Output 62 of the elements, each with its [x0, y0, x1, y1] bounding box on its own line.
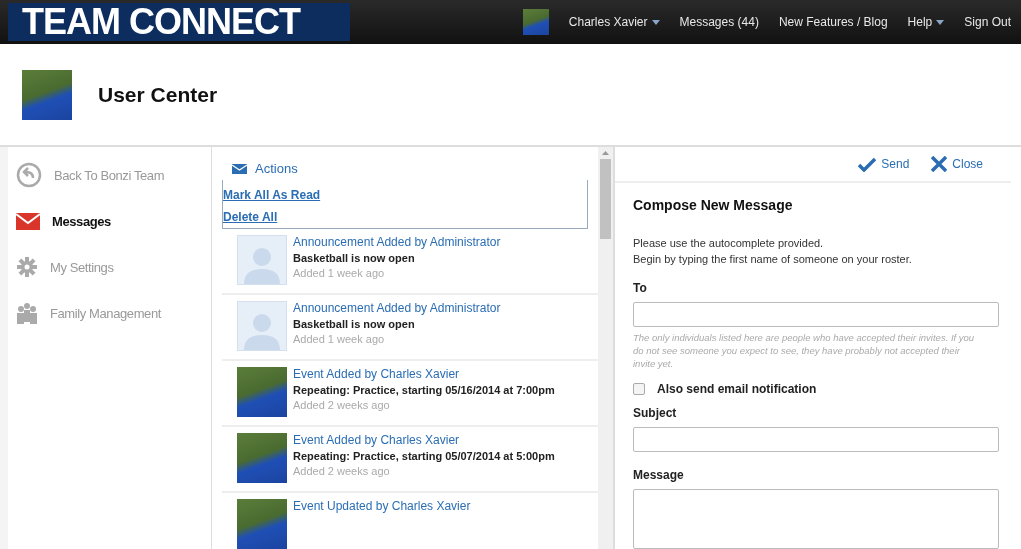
actions-title: Actions [255, 161, 298, 176]
caret-icon [651, 19, 660, 25]
message-item[interactable]: Event Added by Charles Xavier Repeating: Practice, starting 05/16/2014 at 7:00pm Added 2 weeks ago [222, 361, 598, 427]
nav-link[interactable]: Messages (44) [679, 15, 759, 29]
email-notification-checkbox[interactable] [633, 383, 645, 395]
message-body: Repeating: Practice, starting 05/16/2014 at 7:00pm [293, 384, 555, 396]
sidebar-item[interactable]: Messages [8, 207, 211, 235]
message-title: Event Added by Charles Xavier [293, 433, 461, 447]
message-time: Added 2 weeks ago [293, 465, 391, 477]
nav-menu[interactable]: Help [907, 15, 945, 29]
envelope-icon [232, 163, 247, 174]
message-time: Added 1 week ago [293, 267, 386, 279]
envelope-icon [16, 212, 40, 230]
page-title: User Center [98, 82, 218, 107]
action-link[interactable]: Mark All As Read [223, 188, 321, 202]
message-item[interactable]: Event Added by Charles Xavier Repeating: Practice, starting 05/07/2014 at 5:00pm Added 2 weeks ago [222, 427, 598, 493]
message-item[interactable]: Event Updated by Charles Xavier [222, 493, 598, 549]
sidebar-label: Family Management [50, 305, 161, 321]
gear-icon [16, 256, 38, 278]
nav-link[interactable]: Sign Out [964, 15, 1011, 29]
to-hint: The only individuals listed here are people who have accepted their invites. If you do not see someone you expect to see, they have probably not accepted their invite yet. [633, 331, 976, 370]
message-title: Event Added by Charles Xavier [293, 367, 461, 381]
logo[interactable]: TEAM CONNECT [8, 3, 350, 41]
close-button[interactable]: Close [931, 156, 983, 172]
scroll-up-icon[interactable] [602, 151, 609, 155]
message-body: Basketball is now open [293, 252, 416, 264]
message-label: Message [633, 468, 685, 482]
to-field[interactable] [633, 302, 999, 327]
scrollbar[interactable] [598, 147, 613, 549]
compose-title: Compose New Message [633, 197, 794, 213]
message-item[interactable]: Announcement Added by Administrator Basketball is now open Added 1 week ago [222, 295, 598, 361]
message-item[interactable]: Announcement Added by Administrator Basketball is now open Added 1 week ago [222, 229, 598, 295]
sidebar-label: My Settings [50, 259, 114, 275]
avatar-photo-placeholder [237, 433, 287, 483]
people-icon [16, 302, 38, 324]
subject-label: Subject [633, 406, 678, 420]
message-body: Repeating: Practice, starting 05/07/2014 at 5:00pm [293, 450, 555, 462]
close-icon [931, 156, 948, 172]
sidebar-label: Messages [52, 213, 111, 229]
email-notification-label: Also send email notification [657, 382, 817, 396]
avatar-photo-placeholder [237, 499, 287, 549]
send-button[interactable]: Send [858, 156, 910, 172]
message-title: Announcement Added by Administrator [293, 301, 501, 315]
message-time: Added 2 weeks ago [293, 399, 391, 411]
message-field[interactable] [633, 489, 999, 549]
compose-instructions: Please use the autocomplete provided. Begin by typing the first name of someone on your roster. [633, 236, 913, 267]
subject-field[interactable] [633, 427, 999, 452]
nav-link[interactable]: New Features / Blog [778, 15, 888, 29]
avatar-photo-placeholder [237, 367, 287, 417]
to-label: To [633, 281, 648, 295]
sidebar-label: Back To Bonzi Team [54, 167, 165, 183]
message-body: Basketball is now open [293, 318, 416, 330]
profile-photo-placeholder [22, 69, 72, 120]
action-link[interactable]: Delete All [223, 210, 278, 224]
message-time: Added 1 week ago [293, 333, 386, 345]
message-title: Event Updated by Charles Xavier [293, 499, 471, 513]
check-icon [858, 156, 877, 172]
user-photo-placeholder [522, 9, 549, 35]
scrollbar-thumb[interactable] [600, 159, 611, 239]
user-menu[interactable]: Charles Xavier [568, 15, 660, 29]
caret-icon [936, 19, 945, 25]
message-title: Announcement Added by Administrator [293, 235, 501, 249]
